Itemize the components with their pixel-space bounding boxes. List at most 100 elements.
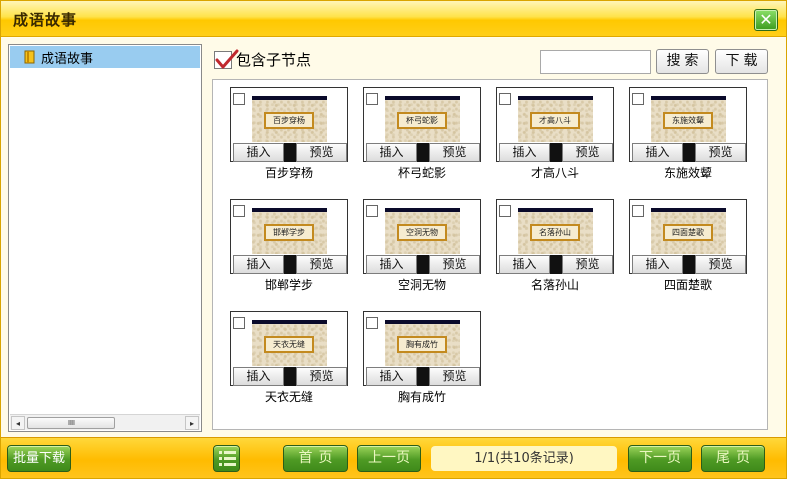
card-button-bar: 插入 预览 <box>499 255 613 274</box>
insert-button[interactable]: 插入 <box>632 255 683 274</box>
card-select-checkbox[interactable] <box>632 205 644 217</box>
close-icon: ✕ <box>759 10 773 29</box>
card-button-bar: 插入 预览 <box>632 143 746 162</box>
card-frame: 名落孙山 插入 预览 <box>496 199 614 274</box>
preview-button[interactable]: 预览 <box>562 255 613 274</box>
close-button[interactable]: ✕ <box>754 9 778 31</box>
card-title: 东施效颦 <box>663 166 712 180</box>
card-thumbnail[interactable]: 名落孙山 <box>518 208 593 254</box>
card-select-checkbox[interactable] <box>233 205 245 217</box>
card-select-checkbox[interactable] <box>499 93 511 105</box>
insert-button[interactable]: 插入 <box>233 255 284 274</box>
insert-button[interactable]: 插入 <box>233 143 284 162</box>
title-bar: 成语故事 ✕ <box>1 1 786 37</box>
insert-button[interactable]: 插入 <box>632 143 683 162</box>
preview-button[interactable]: 预览 <box>429 143 480 162</box>
last-page-button[interactable]: 尾页 <box>701 445 765 472</box>
card-select-checkbox[interactable] <box>233 317 245 329</box>
insert-button[interactable]: 插入 <box>366 143 417 162</box>
resource-card[interactable]: 东施效颦 插入 预览 东施效颦 <box>629 87 747 180</box>
page-info: 1/1(共10条记录) <box>431 446 617 471</box>
card-thumbnail[interactable]: 才高八斗 <box>518 96 593 142</box>
thumbnail-scroll-text: 空洞无物 <box>397 224 447 241</box>
card-title: 邯郸学步 <box>264 278 313 292</box>
card-button-bar: 插入 预览 <box>632 255 746 274</box>
card-title: 才高八斗 <box>530 166 579 180</box>
card-thumbnail[interactable]: 空洞无物 <box>385 208 460 254</box>
card-thumbnail[interactable]: 邯郸学步 <box>252 208 327 254</box>
thumbnail-scroll-text: 才高八斗 <box>530 112 580 129</box>
tree-item-idiom-stories[interactable]: 成语故事 <box>10 46 200 68</box>
insert-button[interactable]: 插入 <box>233 367 284 386</box>
search-button[interactable]: 搜索 <box>656 49 709 74</box>
list-icon <box>219 451 236 466</box>
card-thumbnail[interactable]: 天衣无缝 <box>252 320 327 366</box>
card-frame: 东施效颦 插入 预览 <box>629 87 747 162</box>
preview-button[interactable]: 预览 <box>562 143 613 162</box>
resource-card[interactable]: 空洞无物 插入 预览 空洞无物 <box>363 199 481 292</box>
thumbnail-scroll-text: 胸有成竹 <box>397 336 447 353</box>
resource-card[interactable]: 胸有成竹插入 预览 胸有成竹 <box>363 311 481 404</box>
preview-button[interactable]: 预览 <box>429 367 480 386</box>
resource-card[interactable]: 杯弓蛇影 插入 预览 杯弓蛇影 <box>363 87 481 180</box>
resource-card[interactable]: 天衣无缝 插入 预览 天衣无缝 <box>230 311 348 404</box>
card-frame: 才高八斗插入 预览 <box>496 87 614 162</box>
insert-button[interactable]: 插入 <box>499 143 550 162</box>
card-thumbnail[interactable]: 东施效颦 <box>651 96 726 142</box>
preview-button[interactable]: 预览 <box>695 255 746 274</box>
scroll-right-arrow-icon[interactable]: ▸ <box>185 416 199 430</box>
thumbnail-scroll-text: 天衣无缝 <box>264 336 314 353</box>
card-select-checkbox[interactable] <box>366 93 378 105</box>
previous-page-button[interactable]: 上一页 <box>357 445 421 472</box>
card-select-checkbox[interactable] <box>233 93 245 105</box>
tree-item-label: 成语故事 <box>41 51 94 67</box>
pager-bar: 批量下载 首页 上一页 1/1(共10条记录) 下一页 尾页 <box>1 437 786 478</box>
list-view-button[interactable] <box>213 445 240 472</box>
card-select-checkbox[interactable] <box>632 93 644 105</box>
category-tree: 成语故事 ◂ IIIIII ▸ <box>8 44 202 432</box>
resource-card[interactable]: 百步穿杨 插入 预览 百步穿杨 <box>230 87 348 180</box>
card-button-bar: 插入 预览 <box>366 143 480 162</box>
preview-button[interactable]: 预览 <box>296 143 347 162</box>
card-title: 空洞无物 <box>397 278 446 292</box>
thumbnail-scroll-text: 百步穿杨 <box>264 112 314 129</box>
card-frame: 胸有成竹插入 预览 <box>363 311 481 386</box>
search-input[interactable] <box>540 50 651 74</box>
card-button-bar: 插入 预览 <box>366 367 480 386</box>
card-select-checkbox[interactable] <box>366 205 378 217</box>
card-select-checkbox[interactable] <box>499 205 511 217</box>
tree-horizontal-scrollbar[interactable]: ◂ IIIIII ▸ <box>10 414 200 430</box>
preview-button[interactable]: 预览 <box>296 255 347 274</box>
card-button-bar: 插入 预览 <box>366 255 480 274</box>
card-thumbnail[interactable]: 胸有成竹 <box>385 320 460 366</box>
batch-download-button[interactable]: 批量下载 <box>7 445 71 472</box>
resource-card[interactable]: 名落孙山 插入 预览 名落孙山 <box>496 199 614 292</box>
include-children-label: 包含子节点 <box>236 51 312 69</box>
insert-button[interactable]: 插入 <box>366 255 417 274</box>
card-button-bar: 插入 预览 <box>233 143 347 162</box>
card-title: 名落孙山 <box>530 278 579 292</box>
resource-card[interactable]: 邯郸学步 插入 预览 邯郸学步 <box>230 199 348 292</box>
scroll-left-arrow-icon[interactable]: ◂ <box>11 416 25 430</box>
card-title: 四面楚歌 <box>663 278 712 292</box>
scrollbar-thumb[interactable]: IIIIII <box>27 417 115 429</box>
include-children-checkbox[interactable]: 包含子节点 <box>214 49 311 70</box>
card-thumbnail[interactable]: 四面楚歌 <box>651 208 726 254</box>
preview-button[interactable]: 预览 <box>695 143 746 162</box>
resource-card[interactable]: 四面楚歌 插入 预览 四面楚歌 <box>629 199 747 292</box>
preview-button[interactable]: 预览 <box>429 255 480 274</box>
next-page-button[interactable]: 下一页 <box>628 445 692 472</box>
card-thumbnail[interactable]: 杯弓蛇影 <box>385 96 460 142</box>
card-select-checkbox[interactable] <box>366 317 378 329</box>
resource-grid: 百步穿杨 插入 预览 百步穿杨 杯弓蛇影 插入 预览 杯弓蛇影 才高八斗 插入 预览 才高八斗 东施效颦… <box>212 79 768 430</box>
include-children-box[interactable] <box>214 49 239 69</box>
insert-button[interactable]: 插入 <box>499 255 550 274</box>
thumbnail-scroll-text: 杯弓蛇影 <box>397 112 447 129</box>
download-button[interactable]: 下载 <box>715 49 768 74</box>
preview-button[interactable]: 预览 <box>296 367 347 386</box>
resource-card[interactable]: 才高八斗 插入 预览 才高八斗 <box>496 87 614 180</box>
first-page-button[interactable]: 首页 <box>283 445 348 472</box>
card-button-bar: 插入 预览 <box>233 367 347 386</box>
insert-button[interactable]: 插入 <box>366 367 417 386</box>
card-thumbnail[interactable]: 百步穿杨 <box>252 96 327 142</box>
